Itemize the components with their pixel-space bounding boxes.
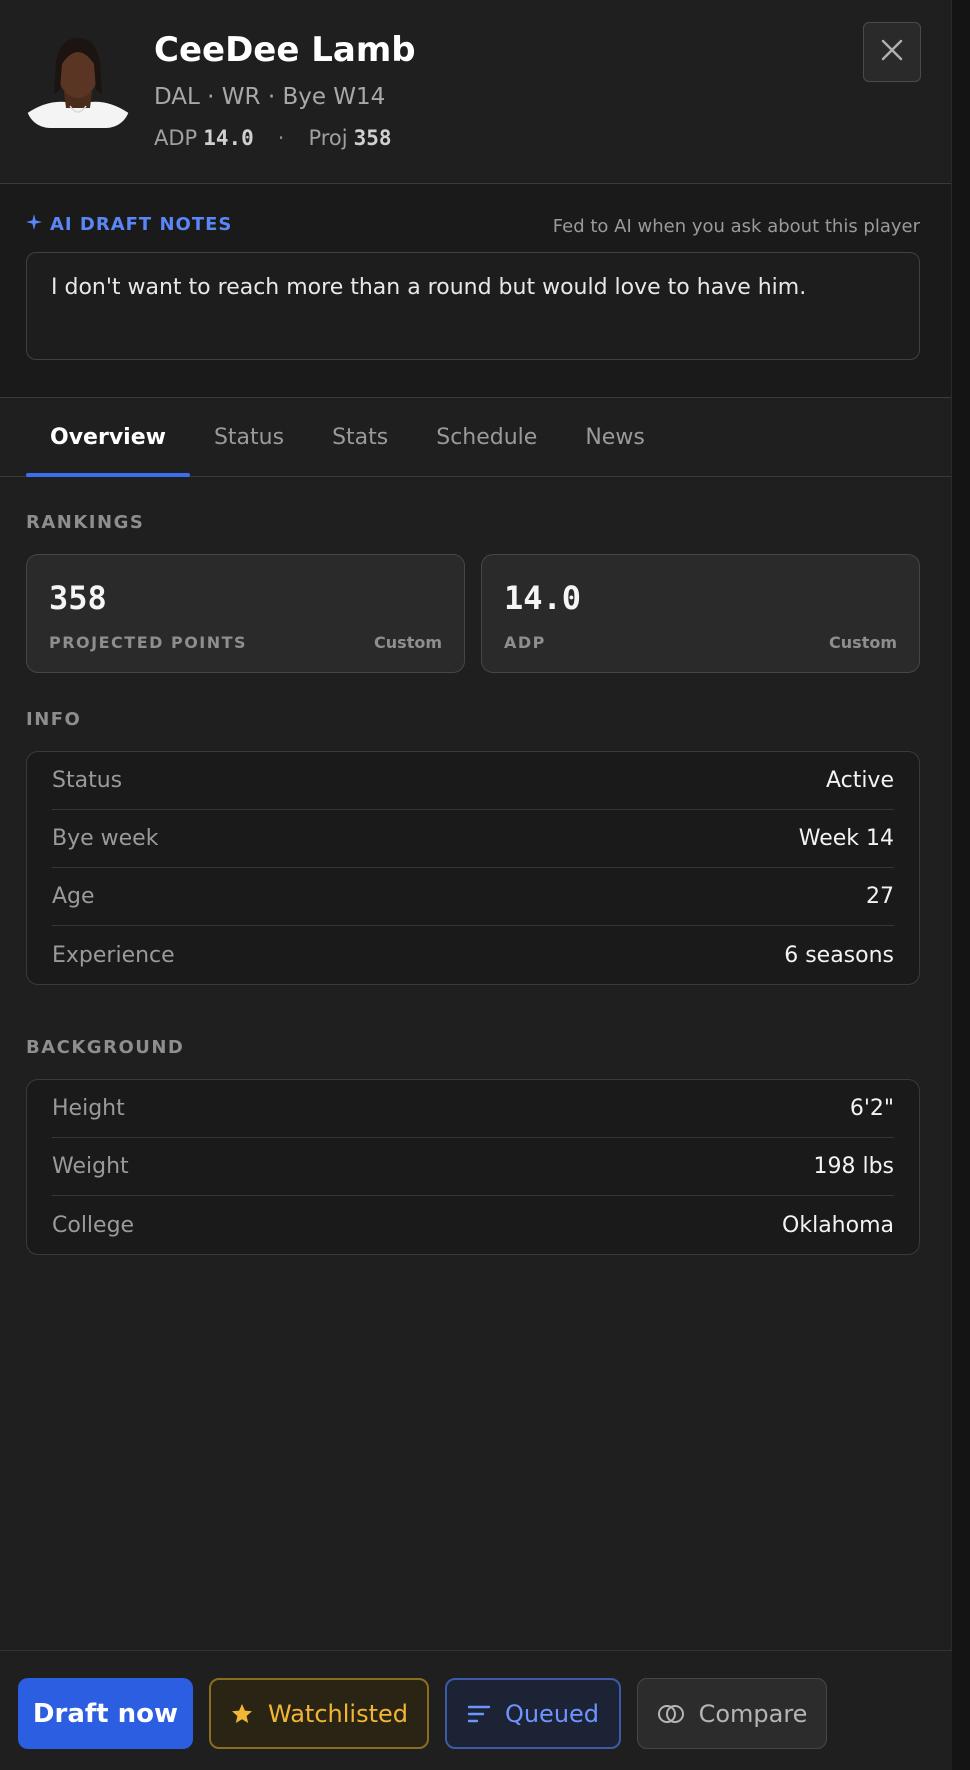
info-value: 27 [866,884,894,909]
tab-stats[interactable]: Stats [308,398,412,476]
info-value: 6 seasons [784,942,894,968]
player-avatar [26,30,130,128]
background-key: Height [52,1096,125,1121]
tab-overview[interactable]: Overview [26,398,190,477]
draft-notes-textarea[interactable]: I don't want to reach more than a round … [26,252,920,360]
adp-card: 14.0 ADP Custom [481,554,920,673]
adp-card-label: ADP [504,633,546,652]
info-key: Bye week [52,826,159,851]
tab-news[interactable]: News [561,398,668,476]
draft-now-button[interactable]: Draft now [18,1678,193,1749]
info-row: Age 27 [52,868,894,926]
info-row: Bye week Week 14 [52,810,894,868]
background-row: College Oklahoma [52,1196,894,1254]
close-button[interactable] [863,22,921,82]
draft-now-label: Draft now [32,1698,179,1729]
watchlisted-button[interactable]: Watchlisted [209,1678,429,1749]
adp-value: 14.0 [203,126,254,150]
action-footer: Draft now Watchlisted Queued Compare [0,1650,952,1770]
queue-list-icon [467,1703,491,1725]
info-row: Status Active [52,752,894,810]
star-icon [230,1702,254,1726]
ai-notes-hint: Fed to AI when you ask about this player [552,216,920,237]
ai-draft-notes-section: AI DRAFT NOTES Fed to AI when you ask ab… [0,184,951,398]
projected-points-label: PROJECTED POINTS [49,633,248,652]
background-heading: BACKGROUND [26,1037,185,1058]
adp-label: ADP [154,126,198,150]
proj-label: Proj [308,126,348,150]
background-key: Weight [52,1154,129,1179]
info-value: Week 14 [798,826,894,851]
tab-bar: Overview Status Stats Schedule News [0,398,951,477]
background-value: 6'2" [849,1096,894,1121]
background-table: Height 6'2" Weight 198 lbs College Oklah… [26,1079,920,1255]
projected-points-source: Custom [374,633,442,652]
queued-label: Queued [504,1699,600,1728]
compare-circles-icon [657,1703,685,1725]
tab-schedule[interactable]: Schedule [412,398,561,476]
player-name: CeeDee Lamb [154,30,416,70]
info-key: Experience [52,942,175,968]
projected-points-card: 358 PROJECTED POINTS Custom [26,554,465,673]
sparkle-icon [26,214,42,235]
player-header: CeeDee Lamb DAL · WR · Bye W14 ADP 14.0 … [0,0,951,184]
background-key: College [52,1212,135,1238]
info-heading: INFO [26,709,82,730]
proj-value: 358 [353,126,392,150]
background-value: Oklahoma [782,1212,894,1238]
projected-points-value: 358 [49,579,107,617]
info-key: Status [52,768,123,793]
rankings-heading: RANKINGS [26,512,145,533]
info-table: Status Active Bye week Week 14 Age 27 Ex… [26,751,920,985]
adp-card-source: Custom [829,633,897,652]
separator-dot: · [277,126,285,150]
background-row: Weight 198 lbs [52,1138,894,1196]
info-key: Age [52,884,95,909]
ai-draft-notes-title: AI DRAFT NOTES [50,214,233,235]
compare-button[interactable]: Compare [637,1678,827,1749]
adp-card-value: 14.0 [504,579,582,617]
tab-status[interactable]: Status [190,398,308,476]
compare-label: Compare [698,1699,808,1728]
player-meta: DAL · WR · Bye W14 [154,84,386,110]
close-icon [880,38,904,66]
player-detail-panel: CeeDee Lamb DAL · WR · Bye W14 ADP 14.0 … [0,0,952,1770]
player-summary-stats: ADP 14.0 · Proj 358 [154,126,392,150]
ai-draft-notes-label: AI DRAFT NOTES [26,214,232,235]
info-row: Experience 6 seasons [52,926,894,984]
watchlisted-label: Watchlisted [268,1699,408,1728]
info-value: Active [825,768,894,793]
background-value: 198 lbs [813,1154,894,1179]
queued-button[interactable]: Queued [445,1678,621,1749]
background-row: Height 6'2" [52,1080,894,1138]
